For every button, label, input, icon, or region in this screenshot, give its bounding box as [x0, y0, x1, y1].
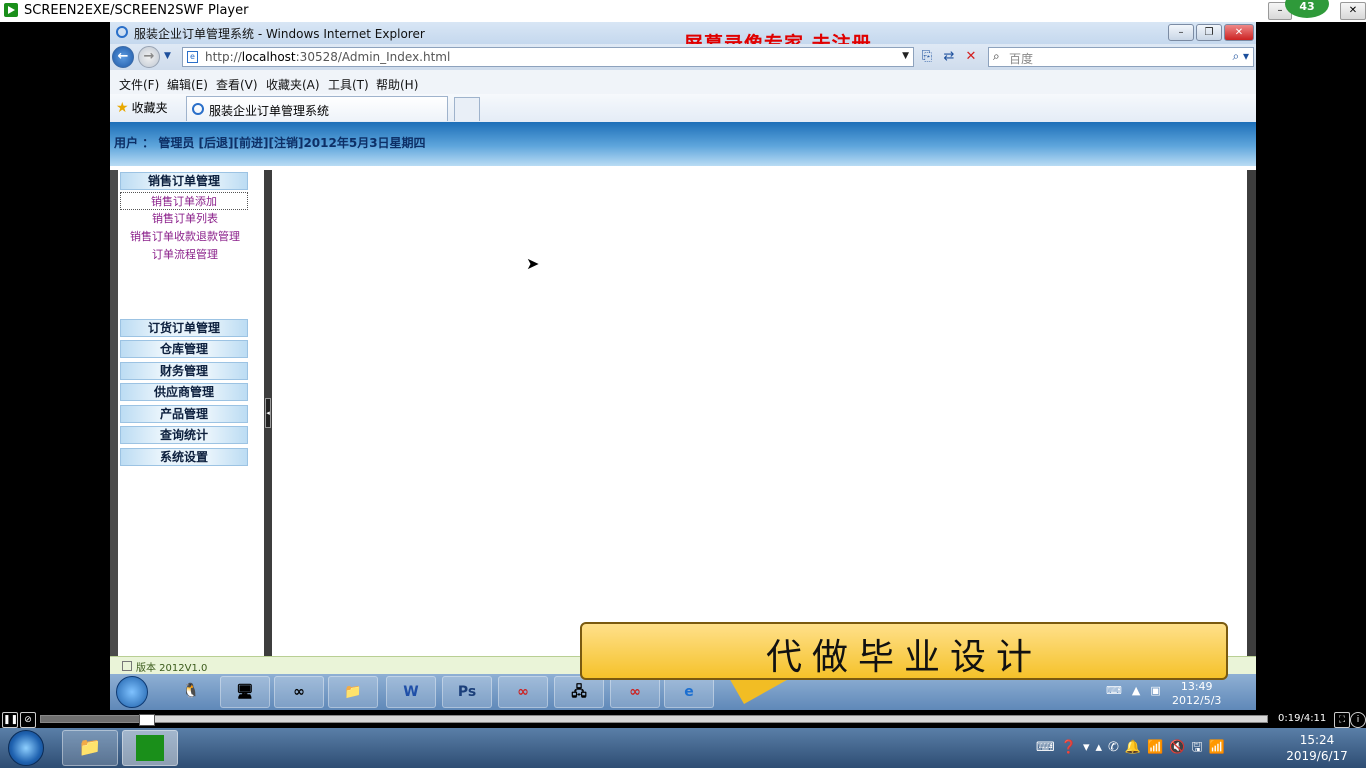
refresh-icon[interactable]: ⇄ [940, 48, 958, 66]
favorites-bar: ★ 收藏夹 服装企业订单管理系统 [110, 94, 1256, 123]
recorded-clock-date: 2012/5/3 [1172, 694, 1222, 707]
link-sales-order-list[interactable]: 销售订单列表 [118, 210, 252, 226]
stop-playback-icon[interactable]: ⊘ [20, 712, 36, 728]
ie-app-icon[interactable]: e [664, 676, 714, 708]
seek-progress [41, 716, 139, 722]
sidebar-section-sales[interactable]: 销售订单管理 [120, 172, 248, 190]
ie-logo-icon [116, 26, 128, 38]
link-sales-payment-refund[interactable]: 销售订单收款退款管理 [118, 228, 252, 244]
qq-icon[interactable]: 🐧 [166, 676, 216, 708]
folder-app-icon[interactable]: 📁 [328, 676, 378, 708]
ad-bubble-tail [728, 676, 794, 704]
ie-window: 服装企业订单管理系统 - Windows Internet Explorer –… [110, 22, 1256, 710]
word-app-icon[interactable]: W [386, 676, 436, 708]
page-icon: e [187, 51, 198, 63]
computer-app-icon[interactable]: 🖥 [220, 676, 270, 708]
sidebar-section-warehouse[interactable]: 仓库管理 [120, 340, 248, 358]
star-icon: ★ [116, 100, 129, 116]
address-bar[interactable]: e http://localhost:30528/Admin_Index.htm… [182, 47, 914, 67]
taskbar-clock[interactable]: 15:24 2019/6/17 [1284, 732, 1350, 764]
recorded-tray-icons: ⌨▲▣ [1106, 684, 1171, 697]
status-icon [122, 661, 132, 671]
player-title-bar: SCREEN2EXE/SCREEN2SWF Player – 43 ✕ [0, 0, 1366, 22]
ie-window-title: 服装企业订单管理系统 - Windows Internet Explorer [134, 27, 425, 41]
forward-button[interactable]: → [138, 46, 160, 68]
page-header-banner: 用户 ： 管理员 [后退][前进][注销]2012年5月3日星期四 [110, 122, 1256, 166]
close-button[interactable]: ✕ [1340, 2, 1366, 20]
ie-restore-button[interactable]: ❐ [1196, 24, 1222, 41]
recorder-app-icon[interactable]: ∞ [498, 676, 548, 708]
ad-text: 代做毕业设计 [765, 637, 1042, 678]
link-sales-order-add[interactable]: 销售订单添加 [120, 192, 248, 210]
sidebar-section-finance[interactable]: 财务管理 [120, 362, 248, 380]
ie-close-button[interactable]: ✕ [1224, 24, 1254, 41]
tab-title: 服装企业订单管理系统 [209, 104, 330, 118]
clock-date: 2019/6/17 [1286, 749, 1348, 763]
explorer-taskbar-icon[interactable]: 📁 [62, 730, 118, 766]
frame-splitter[interactable]: ◂ [264, 170, 272, 656]
menu-tools[interactable]: 工具(T) [328, 76, 369, 93]
left-frame-border [110, 170, 118, 658]
version-label: 版本 2012V1.0 [136, 663, 208, 674]
recorder2-app-icon[interactable]: ∞ [610, 676, 660, 708]
menu-file[interactable]: 文件(F) [119, 76, 159, 93]
right-frame-border [1247, 170, 1256, 656]
user-info: 用户 ： 管理员 [后退][前进][注销]2012年5月3日星期四 [114, 136, 426, 150]
back-button[interactable]: ← [112, 46, 134, 68]
start-icon[interactable] [8, 730, 44, 766]
stop-icon[interactable]: ✕ [962, 48, 980, 66]
search-field[interactable]: ⌕ 百度 ⌕ ▾ [988, 47, 1254, 67]
sidebar-section-purchase-orders[interactable]: 订货订单管理 [120, 319, 248, 337]
ie-minimize-button[interactable]: – [1168, 24, 1194, 41]
link-order-workflow[interactable]: 订单流程管理 [118, 246, 252, 262]
ie-tab-icon [192, 103, 204, 115]
menu-bar: 文件(F) 编辑(E) 查看(V) 收藏夹(A) 工具(T) 帮助(H) [110, 70, 1256, 95]
address-dropdown-icon[interactable]: ▼ [902, 51, 909, 61]
collapse-arrow-icon[interactable]: ◂ [265, 398, 271, 428]
ie-title-bar: 服装企业订单管理系统 - Windows Internet Explorer –… [110, 22, 1256, 44]
seek-bar[interactable] [40, 714, 1268, 726]
photoshop-app-icon[interactable]: Ps [442, 676, 492, 708]
history-dropdown-icon[interactable]: ▼ [164, 51, 171, 61]
system-tray-icons[interactable]: ⌨❓▾▴✆🔔📶🔇🖫📶 [1036, 738, 1231, 760]
sidebar: 销售订单管理 销售订单添加 销售订单列表 销售订单收款退款管理 订单流程管理 订… [118, 170, 252, 654]
menu-favorites[interactable]: 收藏夹(A) [266, 76, 320, 93]
sidebar-section-statistics[interactable]: 查询统计 [120, 426, 248, 444]
pause-icon[interactable]: ❚❚ [2, 712, 18, 728]
player-logo-icon [4, 3, 18, 17]
menu-edit[interactable]: 编辑(E) [167, 76, 208, 93]
playback-time: 0:19/4:11 [1278, 713, 1327, 724]
remote-app-icon[interactable]: 🖧 [554, 676, 604, 708]
recorded-clock-time: 13:49 [1180, 680, 1213, 693]
search-go-icon[interactable]: ⌕ ▾ [1232, 49, 1249, 64]
info-icon[interactable]: i [1350, 712, 1366, 728]
fullscreen-icon[interactable]: ⛶ [1334, 712, 1350, 728]
menu-view[interactable]: 查看(V) [216, 76, 258, 93]
player-title: SCREEN2EXE/SCREEN2SWF Player [24, 3, 249, 18]
player-taskbar-icon[interactable] [122, 730, 178, 766]
recorded-clock: 13:49 2012/5/3 [1172, 680, 1221, 708]
recorded-start-icon[interactable] [116, 676, 148, 708]
sidebar-section-settings[interactable]: 系统设置 [120, 448, 248, 466]
favorites-button[interactable]: ★ 收藏夹 [116, 99, 168, 116]
player-controls: ❚❚ ⊘ 0:19/4:11 ⛶ i [0, 710, 1366, 728]
sidebar-section-suppliers[interactable]: 供应商管理 [120, 383, 248, 401]
visual-studio-icon[interactable]: ∞ [274, 676, 324, 708]
tab-active[interactable]: 服装企业订单管理系统 [186, 96, 448, 121]
clock-time: 15:24 [1299, 733, 1335, 747]
menu-help[interactable]: 帮助(H) [376, 76, 418, 93]
main-content-frame[interactable]: ➤ [272, 170, 1247, 656]
taskbar: 📁 ⌨❓▾▴✆🔔📶🔇🖫📶 15:24 2019/6/17 [0, 728, 1366, 768]
sidebar-section-products[interactable]: 产品管理 [120, 405, 248, 423]
search-provider-icon: ⌕ [993, 49, 1000, 63]
mouse-cursor-icon: ➤ [526, 254, 540, 273]
compat-view-icon[interactable]: ⎘ [918, 48, 936, 66]
ad-banner[interactable]: 代做毕业设计 [580, 622, 1228, 680]
seek-thumb[interactable] [139, 714, 155, 726]
address-url: http://localhost:30528/Admin_Index.html [205, 50, 451, 64]
search-placeholder: 百度 [1009, 52, 1034, 66]
new-tab-button[interactable] [454, 97, 480, 121]
